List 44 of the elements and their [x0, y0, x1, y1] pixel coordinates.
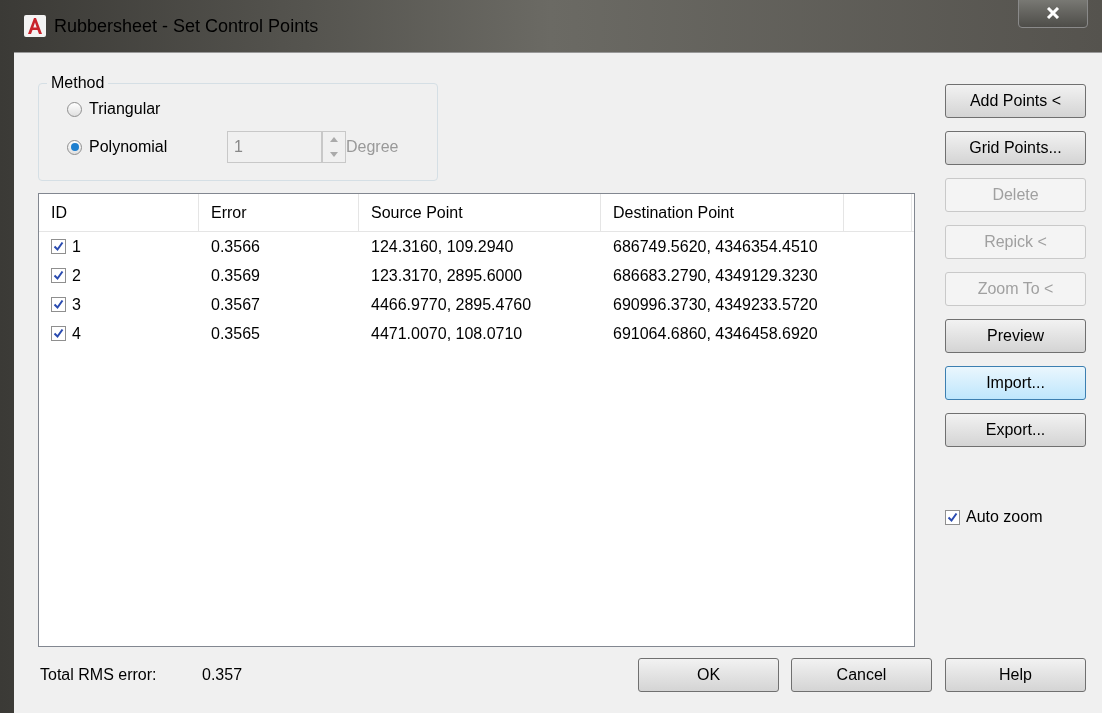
- radio-option[interactable]: Triangular: [67, 97, 177, 121]
- side-button[interactable]: Grid Points...: [945, 131, 1086, 165]
- table-cell: 4466.9770, 2895.4760: [371, 295, 532, 313]
- table-cell: 0.3566: [211, 237, 260, 255]
- table-cell: 123.3170, 2895.6000: [371, 266, 523, 284]
- table-cell-text: 3: [72, 294, 81, 315]
- column-header[interactable]: Destination Point: [601, 194, 844, 231]
- close-icon: [1046, 7, 1060, 19]
- table-cell: 0.3567: [211, 295, 260, 313]
- degree-label: Degree: [346, 137, 399, 157]
- radio-option[interactable]: Polynomial: [67, 135, 177, 159]
- auto-zoom-checkbox[interactable]: Auto zoom: [945, 505, 1086, 529]
- dialog-button[interactable]: Help: [945, 658, 1086, 692]
- table-cell: 0.3569: [211, 266, 260, 284]
- column-header[interactable]: Source Point: [359, 194, 601, 231]
- dialog-button[interactable]: OK: [638, 658, 779, 692]
- checkbox[interactable]: [945, 509, 960, 525]
- table-cell-text: 1: [72, 236, 81, 257]
- table-cell: 0.3565: [211, 324, 260, 342]
- checkbox[interactable]: [51, 326, 66, 341]
- table-cell: 686683.2790, 4349129.3230: [613, 266, 818, 284]
- checkbox[interactable]: [51, 297, 66, 312]
- rms-value: 0.357: [202, 665, 243, 685]
- table-cell: 686749.5620, 4346354.4510: [613, 237, 818, 255]
- window-title: Rubbersheet - Set Control Points: [54, 14, 319, 38]
- side-button[interactable]: Import...: [945, 366, 1086, 400]
- table-cell: 124.3160, 109.2940: [371, 237, 514, 255]
- checkbox[interactable]: [51, 239, 66, 254]
- table-cell: 691064.6860, 4346458.6920: [613, 324, 818, 342]
- group-label: Method: [50, 73, 106, 93]
- side-button[interactable]: Add Points <: [945, 84, 1086, 118]
- side-button[interactable]: Preview: [945, 319, 1086, 353]
- table-cell: 4471.0070, 108.0710: [371, 324, 523, 342]
- close-button[interactable]: [1018, 0, 1088, 28]
- column-header[interactable]: Error: [199, 194, 359, 231]
- app-logo-icon: [24, 15, 46, 37]
- dialog-button[interactable]: Cancel: [791, 658, 932, 692]
- side-button[interactable]: Export...: [945, 413, 1086, 447]
- checkbox[interactable]: [51, 268, 66, 283]
- rms-label: Total RMS error:: [39, 665, 158, 685]
- column-header[interactable]: ID: [39, 194, 199, 231]
- table-cell-text: 2: [72, 265, 81, 286]
- table-cell-text: 4: [72, 323, 81, 344]
- table-cell: 690996.3730, 4349233.5720: [613, 295, 818, 313]
